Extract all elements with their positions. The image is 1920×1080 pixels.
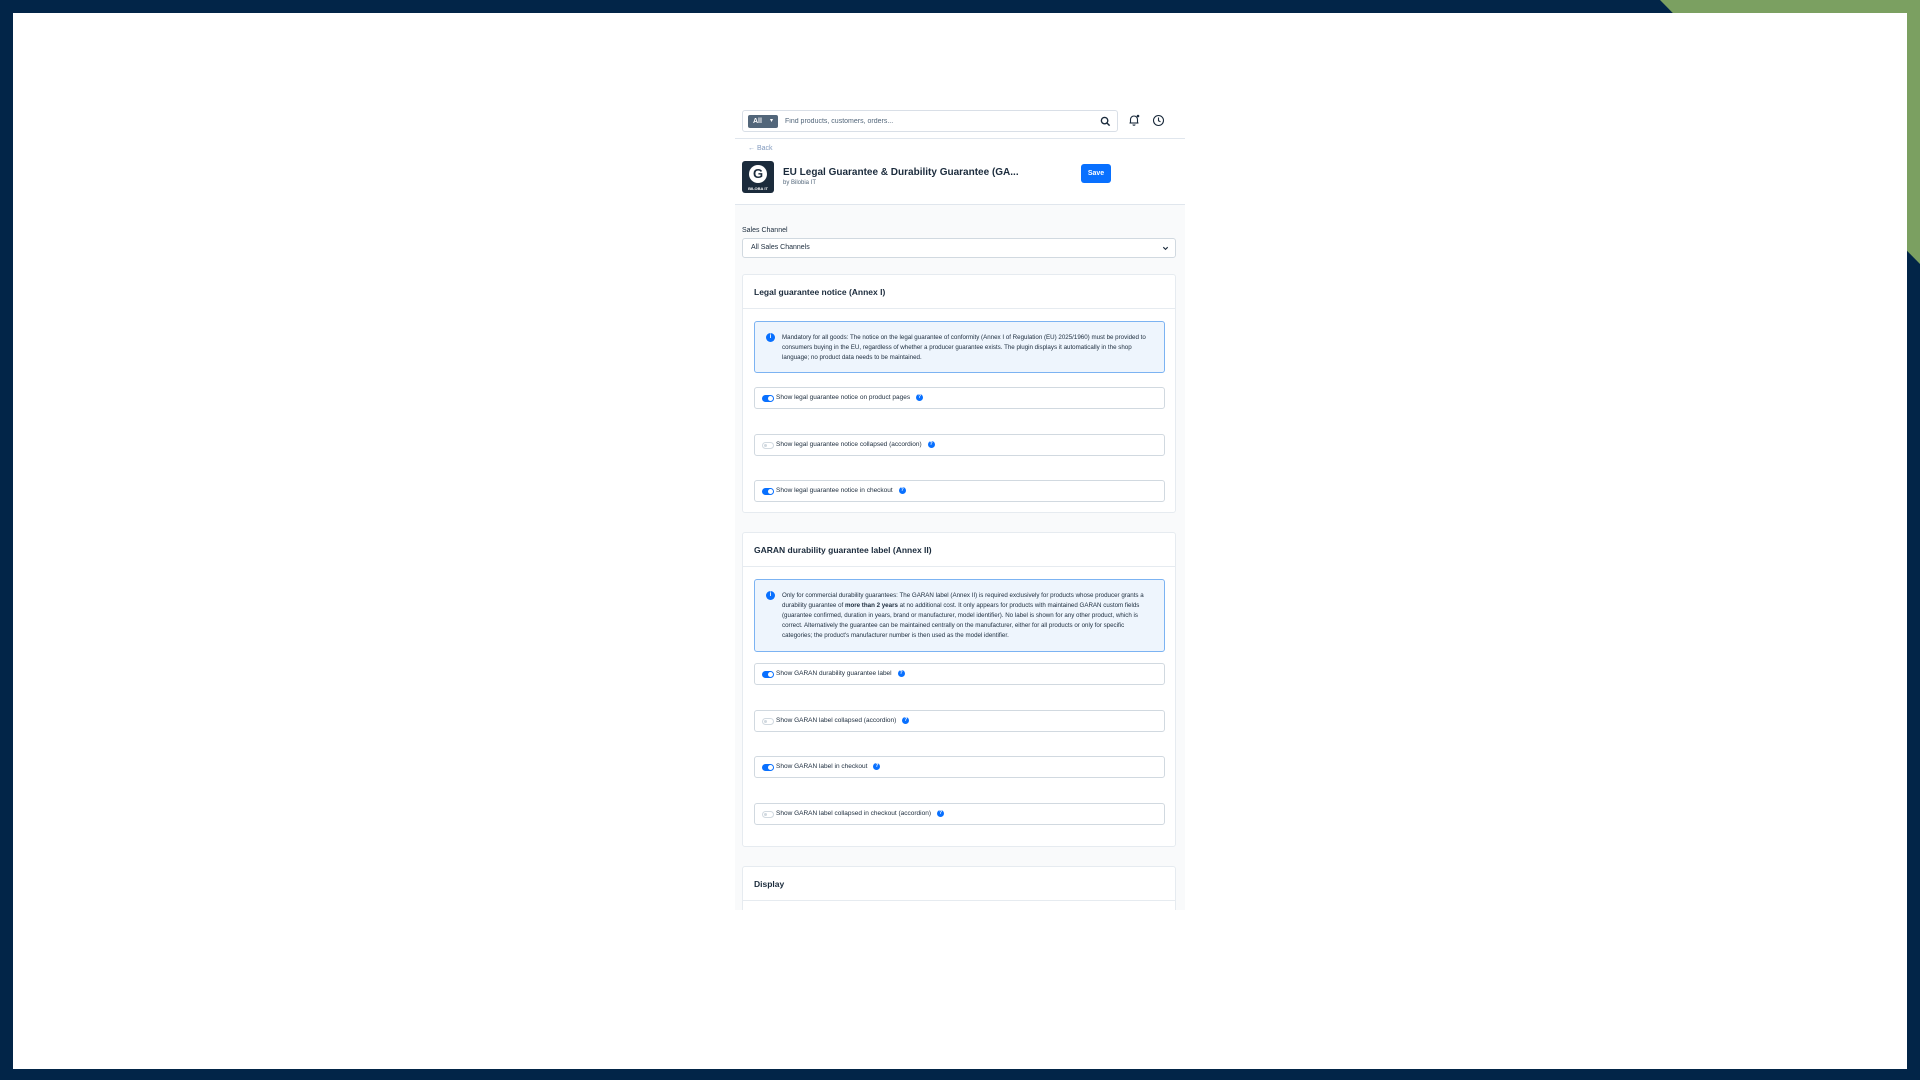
toggle-row[interactable]: Show legal guarantee notice on product p… xyxy=(754,387,1165,409)
help-icon[interactable]: ? xyxy=(902,717,910,724)
info-icon: i xyxy=(766,333,775,342)
top-bar: All ▾ xyxy=(735,110,1185,132)
sales-channel-select[interactable]: All Sales Channels xyxy=(742,238,1176,258)
sales-channel-value: All Sales Channels xyxy=(751,244,810,251)
search-scope-label: All xyxy=(753,118,762,125)
toggle-label: Show GARAN label collapsed (accordion)? xyxy=(776,717,910,725)
toggle-row[interactable]: Show legal guarantee notice in checkout? xyxy=(754,480,1165,502)
top-divider xyxy=(735,138,1185,139)
admin-panel: All ▾ ← Back G BILOBA IT EU Legal Guaran… xyxy=(735,98,1185,910)
toggle-label: Show legal guarantee notice on product p… xyxy=(776,394,924,402)
toggle-row[interactable]: Show legal guarantee notice collapsed (a… xyxy=(754,434,1165,456)
page-title: EU Legal Guarantee & Durability Guarante… xyxy=(783,167,1019,178)
plugin-logo: G BILOBA IT xyxy=(742,161,774,193)
help-icon[interactable]: ? xyxy=(898,487,906,494)
garan-label-card: GARAN durability guarantee label (Annex … xyxy=(742,532,1176,847)
toggle-switch[interactable] xyxy=(762,671,774,678)
chevron-down-icon xyxy=(1162,246,1169,251)
display-card: Display xyxy=(742,866,1176,910)
chevron-down-icon: ▾ xyxy=(769,118,773,124)
search-icon[interactable] xyxy=(1100,116,1111,127)
help-icon[interactable]: ? xyxy=(916,394,924,401)
info-alert-text: Only for commercial durability guarantee… xyxy=(782,592,1144,639)
toggle-switch[interactable] xyxy=(762,718,774,725)
bell-icon[interactable] xyxy=(1127,113,1141,127)
card-title: Legal guarantee notice (Annex I) xyxy=(754,287,886,297)
plugin-logo-text: BILOBA IT xyxy=(748,186,768,191)
toggle-label: Show GARAN label in checkout? xyxy=(776,763,881,771)
card-title: Display xyxy=(754,879,785,889)
plugin-vendor: by Bilobia IT xyxy=(783,180,817,186)
help-icon[interactable]: ? xyxy=(873,763,881,770)
plugin-logo-letter: G xyxy=(749,165,767,183)
toggle-row[interactable]: Show GARAN label collapsed in checkout (… xyxy=(754,803,1165,825)
help-icon[interactable]: ? xyxy=(927,441,935,448)
help-icon[interactable]: ? xyxy=(937,810,944,817)
legal-guarantee-card: Legal guarantee notice (Annex I) i Manda… xyxy=(742,274,1176,513)
toggle-label: Show GARAN durability guarantee label? xyxy=(776,670,905,678)
toggle-row[interactable]: Show GARAN label collapsed (accordion)? xyxy=(754,710,1165,732)
search-scope-dropdown[interactable]: All ▾ xyxy=(748,115,778,128)
info-alert: i Mandatory for all goods: The notice on… xyxy=(754,321,1165,373)
info-alert: i Only for commercial durability guarant… xyxy=(754,579,1165,652)
toggle-label: Show GARAN label collapsed in checkout (… xyxy=(776,810,944,818)
toggle-switch[interactable] xyxy=(762,764,774,771)
info-alert-text: Mandatory for all goods: The notice on t… xyxy=(782,334,1146,361)
back-link[interactable]: ← Back xyxy=(748,145,773,152)
card-title: GARAN durability guarantee label (Annex … xyxy=(754,545,932,555)
toggle-switch[interactable] xyxy=(762,811,774,818)
search-input[interactable] xyxy=(785,115,1085,128)
toggle-row[interactable]: Show GARAN durability guarantee label? xyxy=(754,663,1165,685)
sales-channel-label: Sales Channel xyxy=(742,227,788,234)
card-divider xyxy=(743,308,1175,309)
clock-icon[interactable] xyxy=(1152,114,1165,127)
toggle-switch[interactable] xyxy=(762,395,774,402)
save-button[interactable]: Save xyxy=(1081,164,1111,183)
toggle-row[interactable]: Show GARAN label in checkout? xyxy=(754,756,1165,778)
card-divider xyxy=(743,900,1175,901)
search-box: All ▾ xyxy=(742,110,1118,132)
toggle-switch[interactable] xyxy=(762,442,774,449)
help-icon[interactable]: ? xyxy=(897,670,905,677)
info-icon: i xyxy=(766,591,775,600)
card-divider xyxy=(743,566,1175,567)
toggle-label: Show legal guarantee notice in checkout? xyxy=(776,487,906,495)
toggle-switch[interactable] xyxy=(762,488,774,495)
toggle-label: Show legal guarantee notice collapsed (a… xyxy=(776,441,935,449)
